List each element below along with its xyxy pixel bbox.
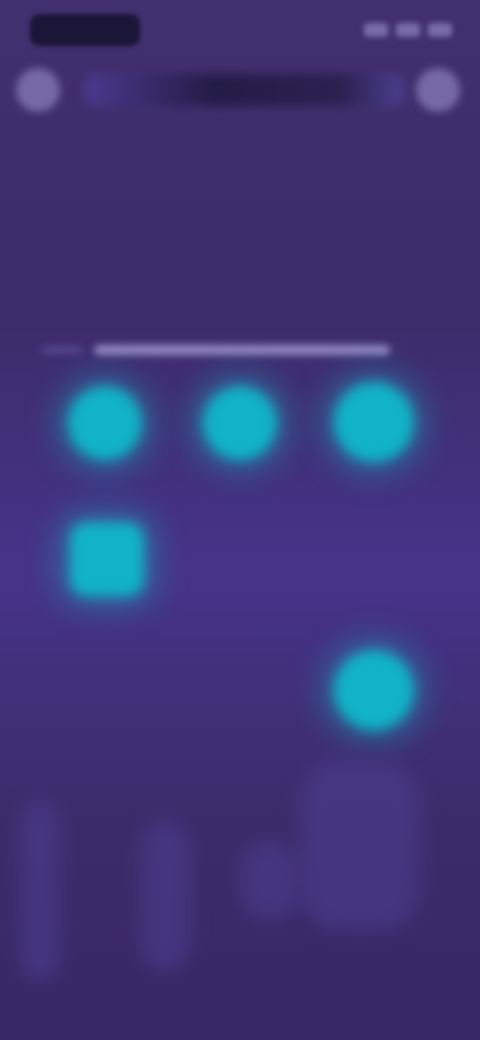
pattern-dot-1[interactable]	[68, 386, 142, 460]
decor-shape	[240, 840, 300, 920]
progress-start	[42, 347, 82, 353]
pattern-dot-5[interactable]	[334, 650, 414, 730]
decor-shape	[140, 820, 190, 970]
progress-line	[94, 345, 390, 355]
menu-icon[interactable]	[416, 68, 460, 112]
status-icons	[352, 18, 452, 42]
pattern-dot-4[interactable]	[70, 522, 144, 596]
status-bar	[0, 0, 480, 60]
status-time	[30, 14, 140, 46]
signal-icon	[364, 23, 388, 37]
back-icon[interactable]	[16, 68, 60, 112]
app-header	[0, 60, 480, 120]
pattern-dot-3[interactable]	[334, 382, 414, 462]
decor-shape	[300, 760, 420, 930]
page-title	[84, 74, 404, 106]
decor-shape	[20, 800, 60, 980]
pattern-dot-2[interactable]	[203, 386, 277, 460]
battery-icon	[428, 23, 452, 37]
wifi-icon	[396, 23, 420, 37]
